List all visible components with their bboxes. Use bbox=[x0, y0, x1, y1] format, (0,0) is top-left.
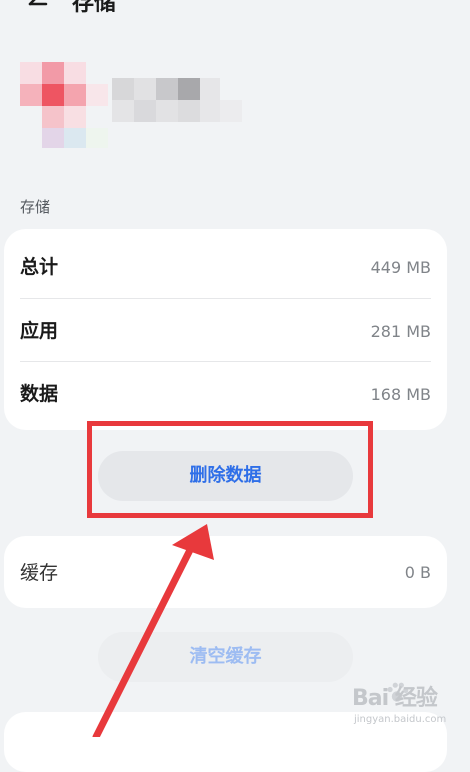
storage-row-value: 449 MB bbox=[370, 258, 431, 277]
app-icon bbox=[20, 62, 108, 148]
storage-row-app: 应用 281 MB bbox=[20, 298, 431, 362]
highlight-frame bbox=[87, 421, 373, 518]
app-name-blurred bbox=[112, 78, 242, 122]
storage-section-label: 存储 bbox=[20, 198, 51, 216]
clear-cache-button[interactable]: 清空缓存 bbox=[98, 632, 353, 682]
cache-card: 缓存 0 B bbox=[4, 536, 447, 608]
storage-row-total: 总计 449 MB bbox=[20, 235, 431, 298]
header: 存储 bbox=[0, 0, 470, 24]
cache-label: 缓存 bbox=[20, 562, 59, 584]
watermark-url: jingyan.baidu.com bbox=[354, 714, 447, 725]
arrow-left-icon[interactable] bbox=[20, 0, 50, 16]
storage-row-label: 应用 bbox=[20, 320, 59, 342]
storage-row-data: 数据 168 MB bbox=[20, 361, 431, 425]
storage-card: 总计 449 MB 应用 281 MB 数据 168 MB bbox=[4, 229, 447, 430]
watermark-main: Bai 经验 bbox=[352, 686, 438, 711]
storage-row-label: 数据 bbox=[20, 383, 59, 405]
watermark: Bai 经验 jingyan.baidu.com bbox=[352, 682, 462, 734]
page-title: 存储 bbox=[72, 0, 117, 16]
storage-row-value: 168 MB bbox=[370, 385, 431, 404]
storage-row-value: 281 MB bbox=[370, 322, 431, 341]
storage-row-label: 总计 bbox=[20, 256, 59, 278]
cache-value: 0 B bbox=[404, 563, 431, 582]
